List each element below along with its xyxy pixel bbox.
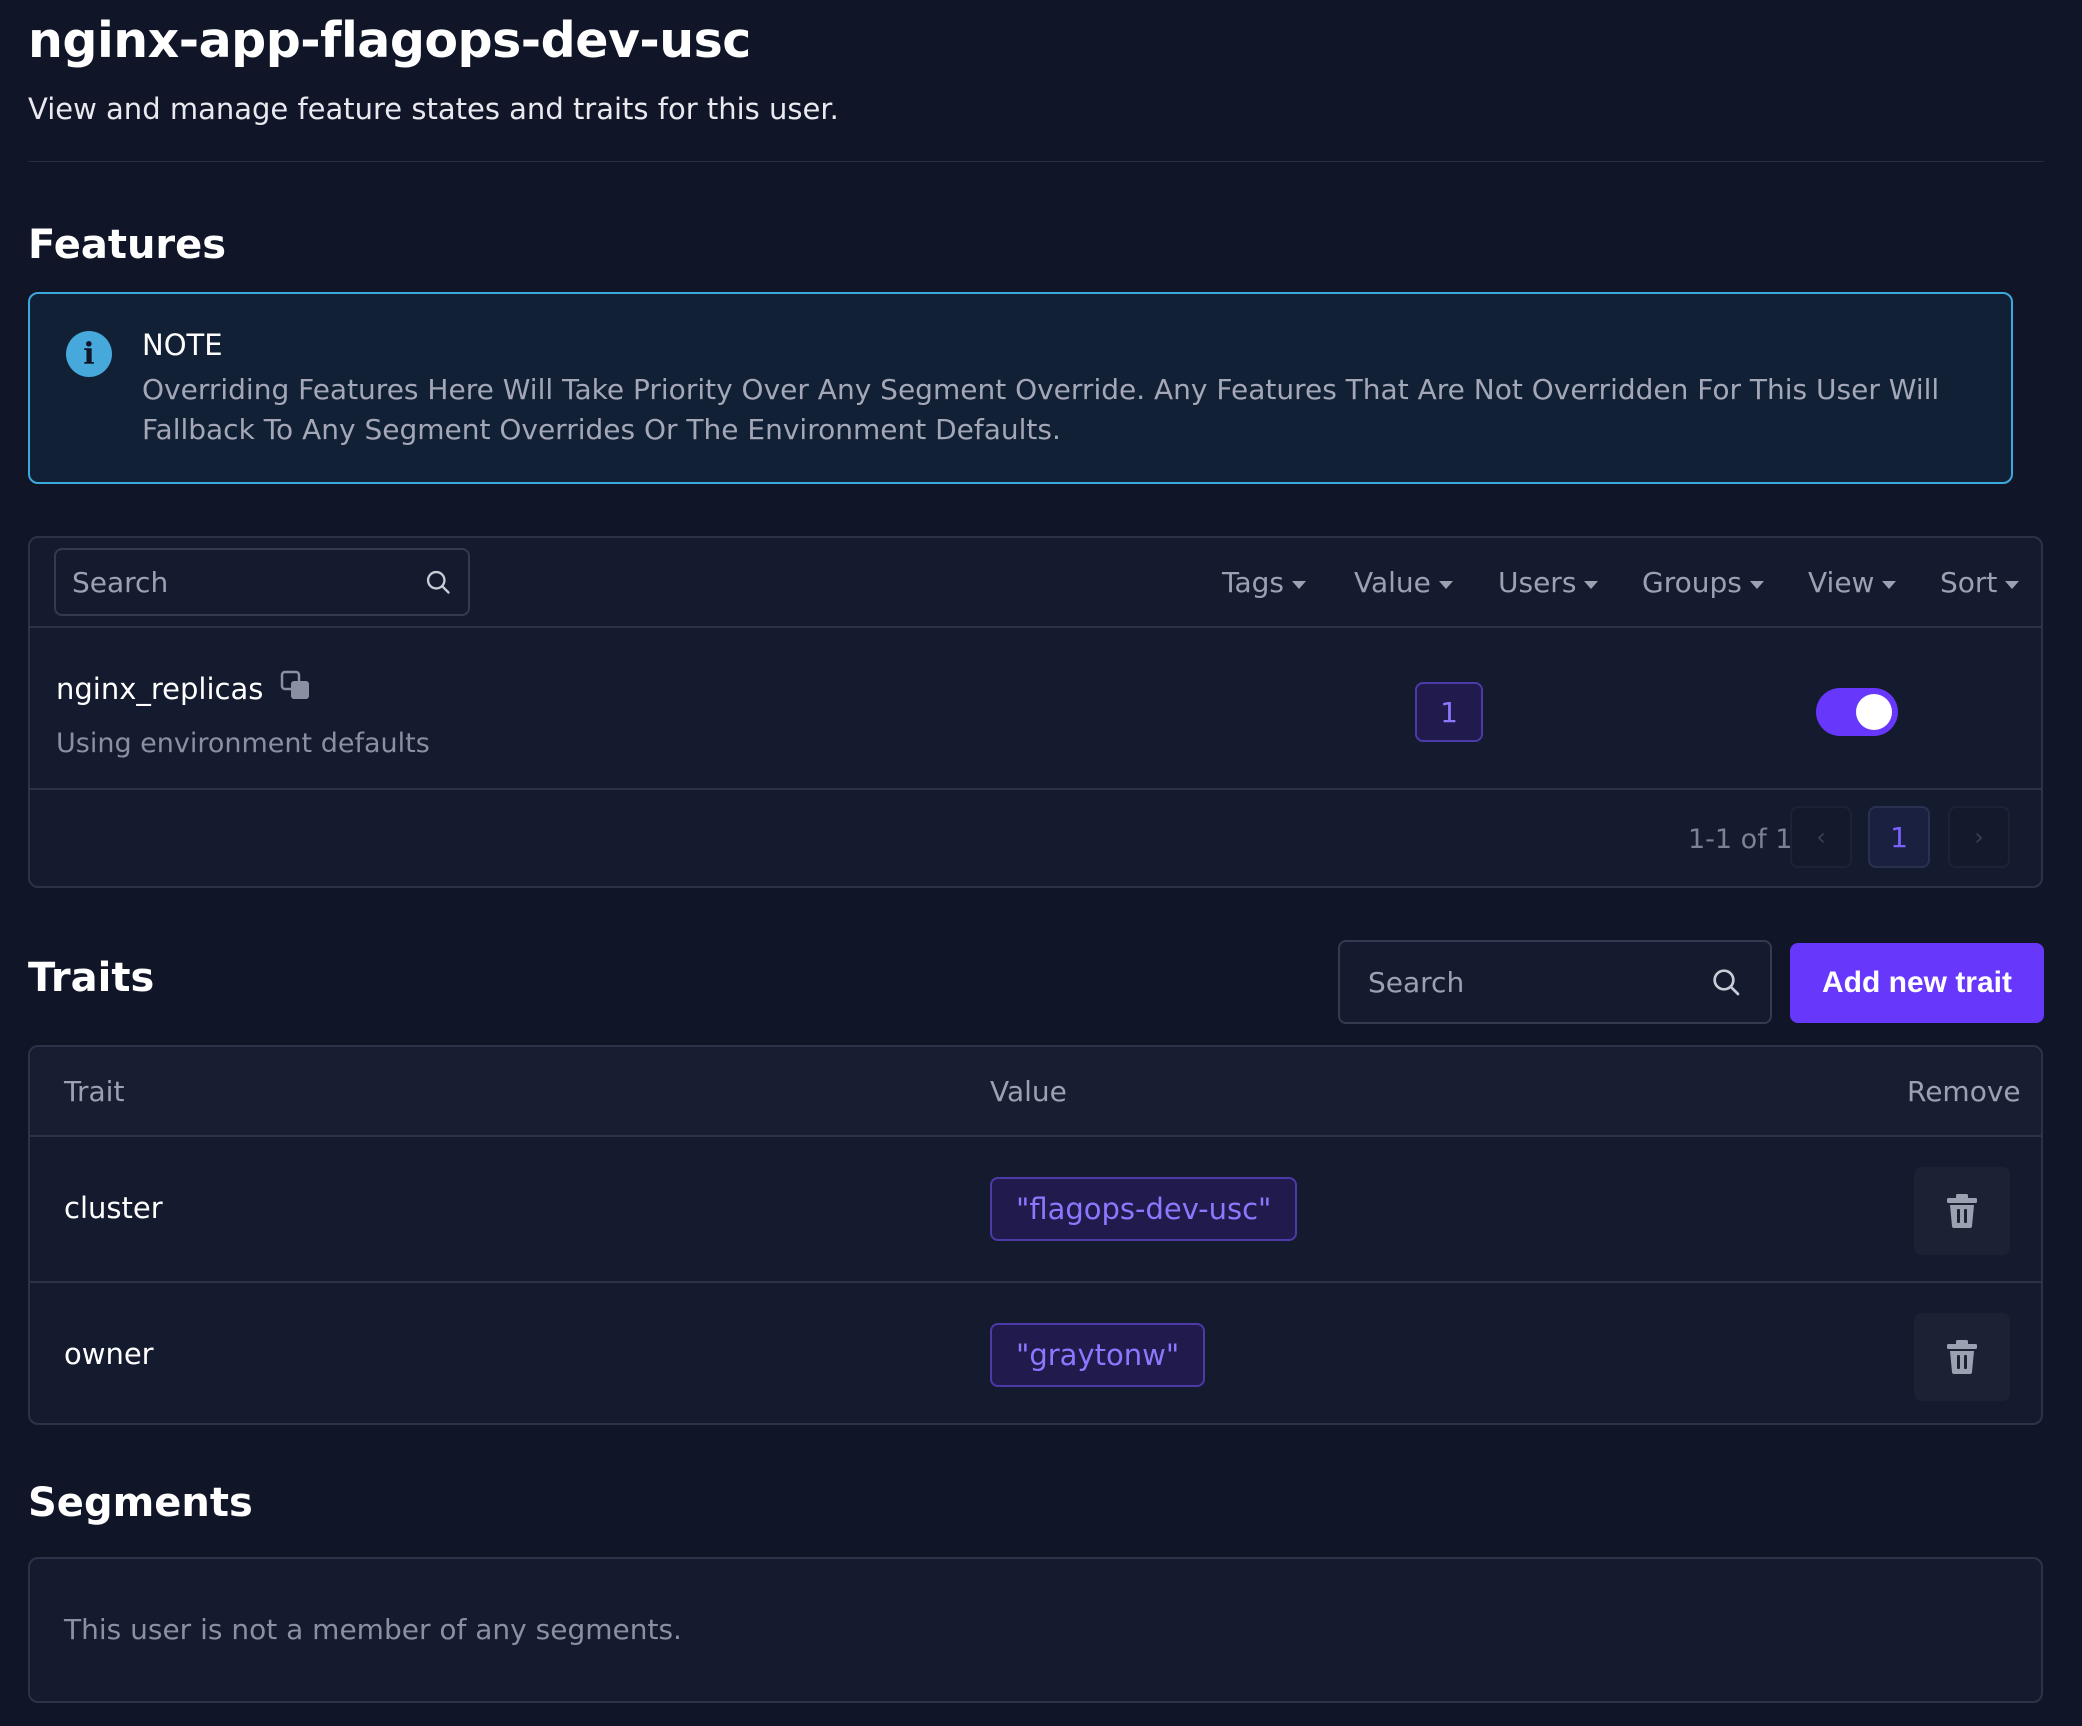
header-divider bbox=[28, 161, 2044, 162]
feature-description: Using environment defaults bbox=[56, 728, 430, 759]
page-title: nginx-app-flagops-dev-usc bbox=[28, 12, 751, 69]
features-panel: Search Tags Value Users Groups View Sort… bbox=[28, 536, 2043, 888]
segments-panel: This user is not a member of any segment… bbox=[28, 1557, 2043, 1703]
traits-table-header: Trait Value Remove bbox=[30, 1047, 2041, 1137]
filter-view-label: View bbox=[1808, 566, 1875, 599]
table-row[interactable]: owner "graytonw" bbox=[30, 1285, 2041, 1429]
pagination-prev-button[interactable]: ‹ bbox=[1790, 806, 1852, 868]
filter-sort[interactable]: Sort bbox=[1940, 566, 2020, 599]
filter-value-label: Value bbox=[1354, 566, 1431, 599]
feature-toggle[interactable] bbox=[1816, 688, 1898, 736]
filter-value[interactable]: Value bbox=[1354, 566, 1453, 599]
filter-tags[interactable]: Tags bbox=[1222, 566, 1306, 599]
pagination-page-button[interactable]: 1 bbox=[1868, 806, 1930, 868]
trash-icon bbox=[1947, 1194, 1977, 1228]
chevron-down-icon bbox=[1584, 580, 1599, 589]
note-callout: i NOTE Overriding Features Here Will Tak… bbox=[28, 292, 2013, 484]
filter-sort-label: Sort bbox=[1940, 566, 1998, 599]
search-icon bbox=[426, 570, 450, 594]
filter-groups-label: Groups bbox=[1642, 566, 1742, 599]
features-search-input[interactable]: Search bbox=[54, 548, 470, 616]
filter-groups[interactable]: Groups bbox=[1642, 566, 1764, 599]
filter-tags-label: Tags bbox=[1222, 566, 1284, 599]
chevron-down-icon bbox=[1438, 580, 1453, 589]
filter-users[interactable]: Users bbox=[1498, 566, 1599, 599]
chevron-down-icon bbox=[2005, 580, 2020, 589]
features-heading: Features bbox=[28, 222, 227, 268]
remove-trait-button[interactable] bbox=[1914, 1167, 2010, 1255]
feature-row[interactable]: nginx_replicas Using environment default… bbox=[30, 630, 2041, 790]
pagination-next-button[interactable]: › bbox=[1948, 806, 2010, 868]
copy-icon[interactable] bbox=[280, 670, 312, 702]
traits-search-placeholder: Search bbox=[1368, 965, 1465, 999]
traits-table: Trait Value Remove cluster "flagops-dev-… bbox=[28, 1045, 2043, 1425]
trait-value: "graytonw" bbox=[990, 1323, 1206, 1387]
remove-trait-button[interactable] bbox=[1914, 1313, 2010, 1401]
chevron-down-icon bbox=[1882, 580, 1897, 589]
info-icon: i bbox=[66, 331, 112, 377]
segments-empty-message: This user is not a member of any segment… bbox=[64, 1613, 682, 1646]
column-header-remove: Remove bbox=[1907, 1075, 2021, 1108]
column-header-trait: Trait bbox=[64, 1075, 125, 1108]
feature-value-chip: 1 bbox=[1415, 682, 1483, 742]
search-icon bbox=[1713, 969, 1740, 996]
filter-view[interactable]: View bbox=[1808, 566, 1897, 599]
features-search-placeholder: Search bbox=[72, 565, 169, 599]
filter-users-label: Users bbox=[1498, 566, 1577, 599]
toggle-knob bbox=[1856, 694, 1892, 730]
column-header-value: Value bbox=[990, 1075, 1067, 1108]
traits-heading: Traits bbox=[28, 955, 155, 1001]
user-detail-page: nginx-app-flagops-dev-usc View and manag… bbox=[0, 0, 2082, 1726]
features-toolbar: Search Tags Value Users Groups View Sort bbox=[30, 538, 2041, 628]
trait-key: owner bbox=[64, 1337, 154, 1371]
trait-key: cluster bbox=[64, 1191, 163, 1225]
page-subtitle: View and manage feature states and trait… bbox=[28, 92, 839, 126]
feature-name: nginx_replicas bbox=[56, 672, 264, 706]
note-text: Overriding Features Here Will Take Prior… bbox=[142, 373, 1940, 446]
trait-value: "flagops-dev-usc" bbox=[990, 1177, 1298, 1241]
table-row[interactable]: cluster "flagops-dev-usc" bbox=[30, 1139, 2041, 1283]
traits-search-input[interactable]: Search bbox=[1338, 940, 1772, 1024]
chevron-down-icon bbox=[1292, 580, 1306, 589]
note-title: NOTE bbox=[142, 328, 223, 362]
trash-icon bbox=[1947, 1340, 1977, 1374]
add-new-trait-button[interactable]: Add new trait bbox=[1790, 943, 2044, 1023]
pagination-info: 1-1 of 1 bbox=[1688, 824, 1793, 855]
chevron-down-icon bbox=[1749, 580, 1764, 589]
segments-heading: Segments bbox=[28, 1480, 253, 1526]
